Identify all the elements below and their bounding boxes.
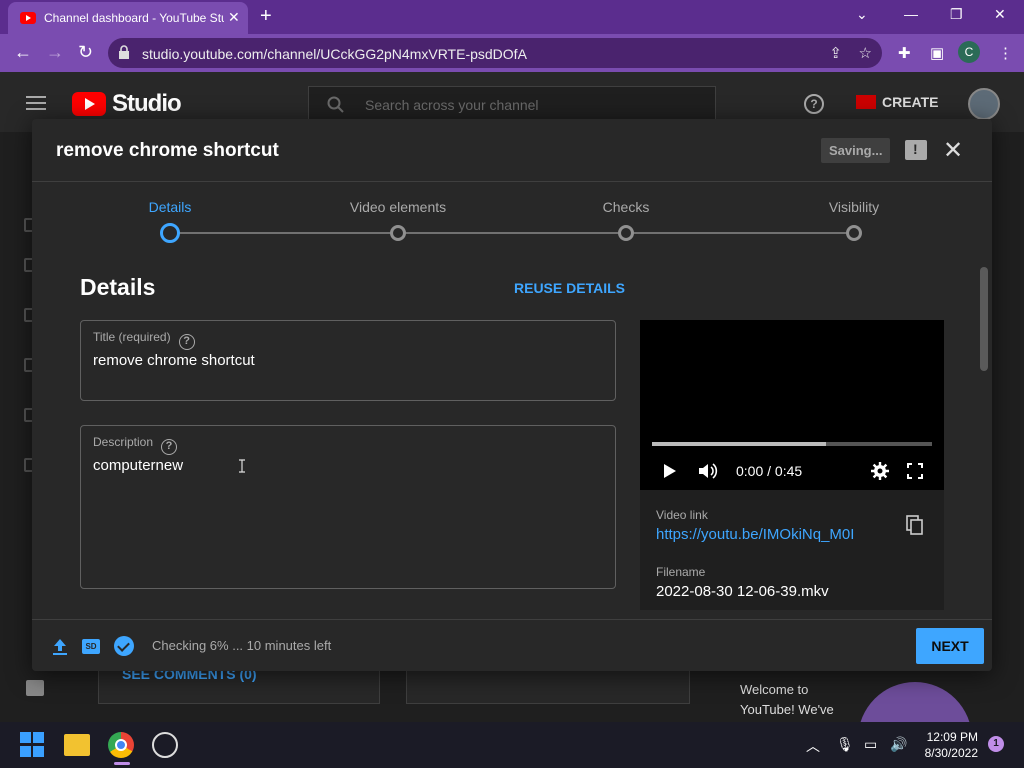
step-checks[interactable]: Checks: [546, 199, 706, 215]
share-icon[interactable]: ⇪: [829, 44, 842, 62]
youtube-favicon-icon: [20, 12, 36, 24]
description-field-label: Description?: [93, 435, 178, 455]
video-time: 0:00 / 0:45: [736, 463, 803, 479]
reload-button[interactable]: ↻: [78, 42, 93, 63]
volume-icon[interactable]: 🔊: [890, 736, 907, 753]
video-progress-fill: [652, 442, 826, 446]
active-app-indicator: [114, 762, 130, 765]
tab-close-icon[interactable]: ✕: [228, 9, 240, 26]
welcome-text: Welcome to YouTube! We've: [740, 682, 834, 717]
video-link-label: Video link: [656, 508, 708, 522]
url-text: studio.youtube.com/channel/UCckGG2pN4mxV…: [142, 46, 527, 62]
new-tab-button[interactable]: +: [260, 5, 272, 28]
help-icon[interactable]: ?: [161, 439, 178, 455]
windows-taskbar: ︿ 🎙 ▭ 🔊 12:09 PM 8/30/2022 1: [0, 722, 1024, 768]
step-video-elements-dot[interactable]: [390, 225, 406, 241]
settings-gear-icon[interactable]: [871, 462, 889, 480]
start-button-icon[interactable]: [20, 732, 46, 758]
bookmark-star-icon[interactable]: ☆: [859, 44, 872, 62]
video-player[interactable]: 0:00 / 0:45: [640, 320, 944, 490]
sd-processing-icon[interactable]: SD: [82, 639, 100, 654]
stepper-line: [170, 232, 854, 234]
chevron-up-icon[interactable]: ︿: [806, 736, 820, 756]
search-icon: [327, 96, 344, 113]
send-feedback-icon[interactable]: [26, 680, 44, 696]
step-video-elements[interactable]: Video elements: [318, 199, 478, 215]
tab-search-icon[interactable]: ⌄: [856, 6, 868, 23]
obs-taskbar-icon[interactable]: [152, 732, 178, 758]
back-button[interactable]: ←: [14, 42, 32, 63]
title-field[interactable]: Title (required)? remove chrome shortcut: [80, 320, 616, 401]
saving-badge: Saving...: [821, 138, 891, 163]
upload-icon[interactable]: [52, 638, 68, 656]
create-button[interactable]: CREATE: [856, 94, 939, 110]
help-icon[interactable]: ?: [804, 94, 824, 114]
video-progress-bar[interactable]: [652, 442, 932, 446]
reuse-details-button[interactable]: REUSE DETAILS: [514, 280, 625, 296]
filename-value: 2022-08-30 12-06-39.mkv: [656, 583, 829, 600]
browser-tab-strip: Channel dashboard - YouTube Studio ✕ + ⌄…: [0, 0, 1024, 34]
close-window-button[interactable]: ✕: [994, 6, 1006, 23]
notification-badge[interactable]: 1: [988, 736, 1004, 752]
feedback-icon[interactable]: [905, 140, 927, 160]
volume-icon[interactable]: [698, 463, 720, 479]
help-icon[interactable]: ?: [178, 334, 195, 350]
copy-icon[interactable]: [906, 515, 924, 535]
youtube-logo-icon[interactable]: [72, 92, 106, 116]
create-label: CREATE: [882, 94, 939, 110]
step-visibility[interactable]: Visibility: [774, 199, 934, 215]
step-details-dot[interactable]: [160, 223, 180, 243]
section-heading: Details: [80, 274, 156, 300]
studio-logo-text: Studio: [112, 90, 182, 117]
channel-search-input[interactable]: Search across your channel: [308, 86, 716, 122]
network-icon[interactable]: ▭: [864, 736, 877, 753]
file-explorer-icon[interactable]: [64, 734, 90, 756]
title-input[interactable]: remove chrome shortcut: [93, 352, 255, 369]
browser-tab[interactable]: Channel dashboard - YouTube Studio ✕: [8, 2, 248, 34]
upload-details-dialog: remove chrome shortcut Saving... ✕ Detai…: [32, 119, 992, 671]
side-panel-icon[interactable]: ▣: [930, 44, 944, 62]
address-bar[interactable]: studio.youtube.com/channel/UCckGG2pN4mxV…: [108, 38, 882, 68]
video-preview-panel: 0:00 / 0:45 Video link https://youtu.be/…: [640, 320, 944, 610]
upload-stepper: Details Video elements Checks Visibility: [32, 183, 992, 243]
forward-button[interactable]: →: [46, 42, 64, 63]
title-field-label: Title (required)?: [93, 330, 195, 350]
close-dialog-button[interactable]: ✕: [943, 136, 963, 165]
dialog-header: remove chrome shortcut Saving... ✕: [32, 119, 992, 182]
minimize-button[interactable]: —: [904, 6, 918, 22]
taskbar-clock[interactable]: 12:09 PM 8/30/2022: [920, 729, 978, 761]
description-input[interactable]: computernew: [93, 457, 183, 474]
checks-status-icon[interactable]: [114, 636, 134, 656]
upload-status-text: Checking 6% ... 10 minutes left: [152, 638, 332, 653]
clock-time: 12:09 PM: [926, 730, 978, 744]
hamburger-menu-icon[interactable]: [26, 96, 46, 110]
tab-title: Channel dashboard - YouTube Studio: [44, 11, 224, 25]
browser-toolbar: ← → ↻ studio.youtube.com/channel/UCckGG2…: [0, 34, 1024, 72]
search-placeholder: Search across your channel: [365, 97, 539, 113]
dialog-title: remove chrome shortcut: [56, 140, 279, 161]
play-icon[interactable]: [664, 464, 676, 478]
create-video-icon: [856, 95, 876, 109]
restore-button[interactable]: ❐: [950, 6, 963, 23]
browser-menu-icon[interactable]: ⋮: [998, 44, 1013, 62]
extensions-icon[interactable]: ✚: [898, 44, 911, 62]
step-checks-dot[interactable]: [618, 225, 634, 241]
profile-avatar[interactable]: C: [958, 41, 980, 63]
text-cursor-icon: [239, 459, 245, 473]
chrome-taskbar-icon[interactable]: [108, 732, 134, 758]
clock-date: 8/30/2022: [924, 746, 978, 760]
fullscreen-icon[interactable]: [906, 462, 924, 480]
step-visibility-dot[interactable]: [846, 225, 862, 241]
channel-avatar[interactable]: [968, 88, 1000, 120]
step-details[interactable]: Details: [90, 199, 250, 215]
lock-icon: [119, 45, 129, 59]
microphone-icon[interactable]: 🎙: [836, 736, 854, 753]
dialog-scrollbar[interactable]: [980, 267, 988, 371]
dialog-footer: SD Checking 6% ... 10 minutes left NEXT: [32, 619, 992, 671]
video-link[interactable]: https://youtu.be/IMOkiNq_M0I: [656, 526, 854, 543]
next-button[interactable]: NEXT: [916, 628, 984, 664]
filename-label: Filename: [656, 565, 706, 579]
description-field[interactable]: Description? computernew: [80, 425, 616, 589]
